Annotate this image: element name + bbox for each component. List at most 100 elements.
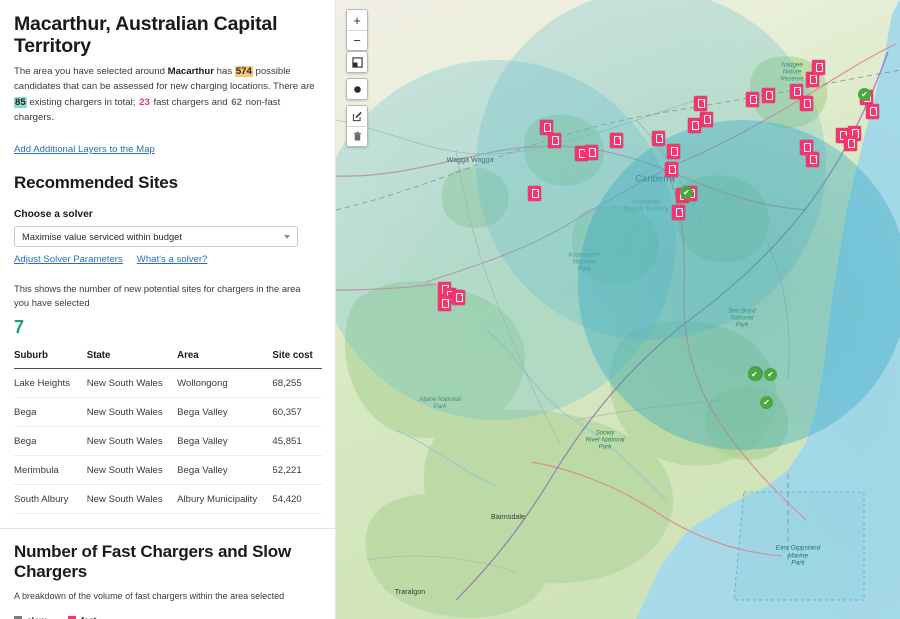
solver-links: Adjust Solver Parameters What's a solver…	[14, 254, 319, 265]
chart-legend: slow fast	[14, 615, 335, 619]
charger-marker[interactable]	[585, 145, 598, 160]
column-header-state: State	[87, 350, 177, 369]
existing-chargers-count: 85	[14, 97, 27, 108]
table-row[interactable]: Lake HeightsNew South WalesWollongong68,…	[14, 369, 322, 398]
charger-marker[interactable]	[844, 136, 857, 151]
solver-selected-value: Maximise value serviced within budget	[22, 231, 182, 242]
circle-icon[interactable]	[347, 79, 367, 99]
charger-marker[interactable]	[610, 133, 623, 148]
intro-place-name: Macarthur	[168, 66, 214, 77]
edit-icon[interactable]	[347, 106, 367, 126]
charger-marker[interactable]	[672, 205, 685, 220]
charger-marker[interactable]	[800, 96, 813, 111]
chart-subtitle: A breakdown of the volume of fast charge…	[14, 591, 319, 601]
legend-item-slow[interactable]: slow	[14, 615, 46, 619]
circle-glyph	[352, 84, 363, 95]
charger-marker[interactable]	[866, 104, 879, 119]
legend-item-fast[interactable]: fast	[68, 615, 96, 619]
cell-site-cost: 68,255	[272, 369, 322, 398]
table-row[interactable]: BegaNew South WalesBega Valley60,357	[14, 398, 322, 427]
trash-icon[interactable]	[347, 126, 367, 146]
charger-marker[interactable]	[667, 144, 680, 159]
cell-suburb: Merimbula	[14, 456, 87, 485]
trash-glyph	[352, 131, 363, 142]
table-row[interactable]: MerimbulaNew South WalesBega Valley52,22…	[14, 456, 322, 485]
recommended-sites-table: Suburb State Area Site cost Lake Heights…	[14, 350, 322, 514]
cell-suburb: Lake Heights	[14, 369, 87, 398]
solver-label: Choose a solver	[14, 209, 319, 220]
recommended-sites-heading: Recommended Sites	[14, 173, 319, 193]
chart-title: Number of Fast Chargers and Slow Charger…	[14, 542, 314, 582]
cell-state: New South Wales	[87, 427, 177, 456]
charger-marker[interactable]	[452, 290, 465, 305]
cell-suburb: South Albury	[14, 485, 87, 514]
charger-marker[interactable]	[746, 92, 759, 107]
app-root: Macarthur, Australian Capital Territory …	[0, 0, 900, 619]
cell-suburb: Bega	[14, 398, 87, 427]
table-body: Lake HeightsNew South WalesWollongong68,…	[14, 369, 322, 514]
cell-area: Bega Valley	[177, 398, 272, 427]
charger-marker[interactable]	[700, 112, 713, 127]
cell-area: Bega Valley	[177, 427, 272, 456]
cell-site-cost: 60,357	[272, 398, 322, 427]
charger-marker[interactable]	[762, 88, 775, 103]
charger-marker[interactable]	[812, 60, 825, 75]
legend-label-fast: fast	[81, 615, 96, 619]
section-divider	[0, 528, 336, 529]
cell-state: New South Wales	[87, 456, 177, 485]
table-header-row: Suburb State Area Site cost	[14, 350, 322, 369]
rectangle-icon[interactable]	[347, 52, 367, 72]
add-additional-layers-link[interactable]: Add Additional Layers to the Map	[14, 144, 155, 155]
draw-circle-control	[346, 78, 368, 100]
pencil-square-glyph	[352, 111, 363, 122]
fast-chargers-count: 23	[138, 97, 151, 108]
cell-state: New South Wales	[87, 398, 177, 427]
rectangle-glyph	[352, 57, 363, 68]
recommended-site-marker[interactable]: ✔	[764, 368, 777, 381]
nonfast-chargers-count: 62	[230, 97, 243, 108]
intro-text-5: fast chargers and	[151, 97, 230, 108]
charger-marker[interactable]	[438, 296, 451, 311]
column-header-suburb: Suburb	[14, 350, 87, 369]
cell-area: Albury Municipality	[177, 485, 272, 514]
cell-site-cost: 52,221	[272, 456, 322, 485]
left-panel: Macarthur, Australian Capital Territory …	[0, 0, 336, 619]
legend-label-slow: slow	[27, 615, 46, 619]
whats-a-solver-link[interactable]: What's a solver?	[137, 254, 208, 265]
recommended-site-marker[interactable]: ✔	[760, 396, 773, 409]
zoom-in-button[interactable]: +	[347, 10, 367, 30]
charger-marker[interactable]	[665, 162, 678, 177]
column-header-area: Area	[177, 350, 272, 369]
sites-helper-text: This shows the number of new potential s…	[14, 282, 314, 310]
charger-marker[interactable]	[548, 133, 561, 148]
table-row[interactable]: South AlburyNew South WalesAlbury Munici…	[14, 485, 322, 514]
cell-site-cost: 45,851	[272, 427, 322, 456]
zoom-out-button[interactable]: −	[347, 30, 367, 50]
cell-area: Wollongong	[177, 369, 272, 398]
cell-area: Bega Valley	[177, 456, 272, 485]
charger-marker[interactable]	[652, 131, 665, 146]
candidates-count: 574	[235, 66, 253, 77]
solver-select[interactable]: Maximise value serviced within budget	[14, 226, 298, 247]
recommended-site-marker[interactable]: ✔	[680, 186, 693, 199]
cell-state: New South Wales	[87, 369, 177, 398]
column-header-site-cost: Site cost	[272, 350, 322, 369]
charger-marker[interactable]	[528, 186, 541, 201]
cell-state: New South Wales	[87, 485, 177, 514]
charger-marker[interactable]	[694, 96, 707, 111]
recommended-site-marker[interactable]: ✔	[858, 88, 871, 101]
intro-text-4: existing chargers in total;	[27, 97, 138, 108]
adjust-solver-parameters-link[interactable]: Adjust Solver Parameters	[14, 254, 123, 265]
edit-delete-controls	[346, 105, 368, 147]
cell-site-cost: 54,420	[272, 485, 322, 514]
cell-suburb: Bega	[14, 427, 87, 456]
map-markers-layer: ✔✔✔✔✔	[336, 0, 900, 619]
add-layers-row: Add Additional Layers to the Map	[14, 139, 319, 157]
intro-paragraph: The area you have selected around Macart…	[14, 64, 319, 126]
map-canvas[interactable]: Wagga WaggaCanberraAustralian Capital Te…	[336, 0, 900, 619]
sites-count-value: 7	[14, 318, 319, 336]
recommended-site-marker[interactable]: ✔	[748, 368, 761, 381]
table-row[interactable]: BegaNew South WalesBega Valley45,851	[14, 427, 322, 456]
intro-text-1: The area you have selected around	[14, 66, 168, 77]
charger-marker[interactable]	[806, 152, 819, 167]
